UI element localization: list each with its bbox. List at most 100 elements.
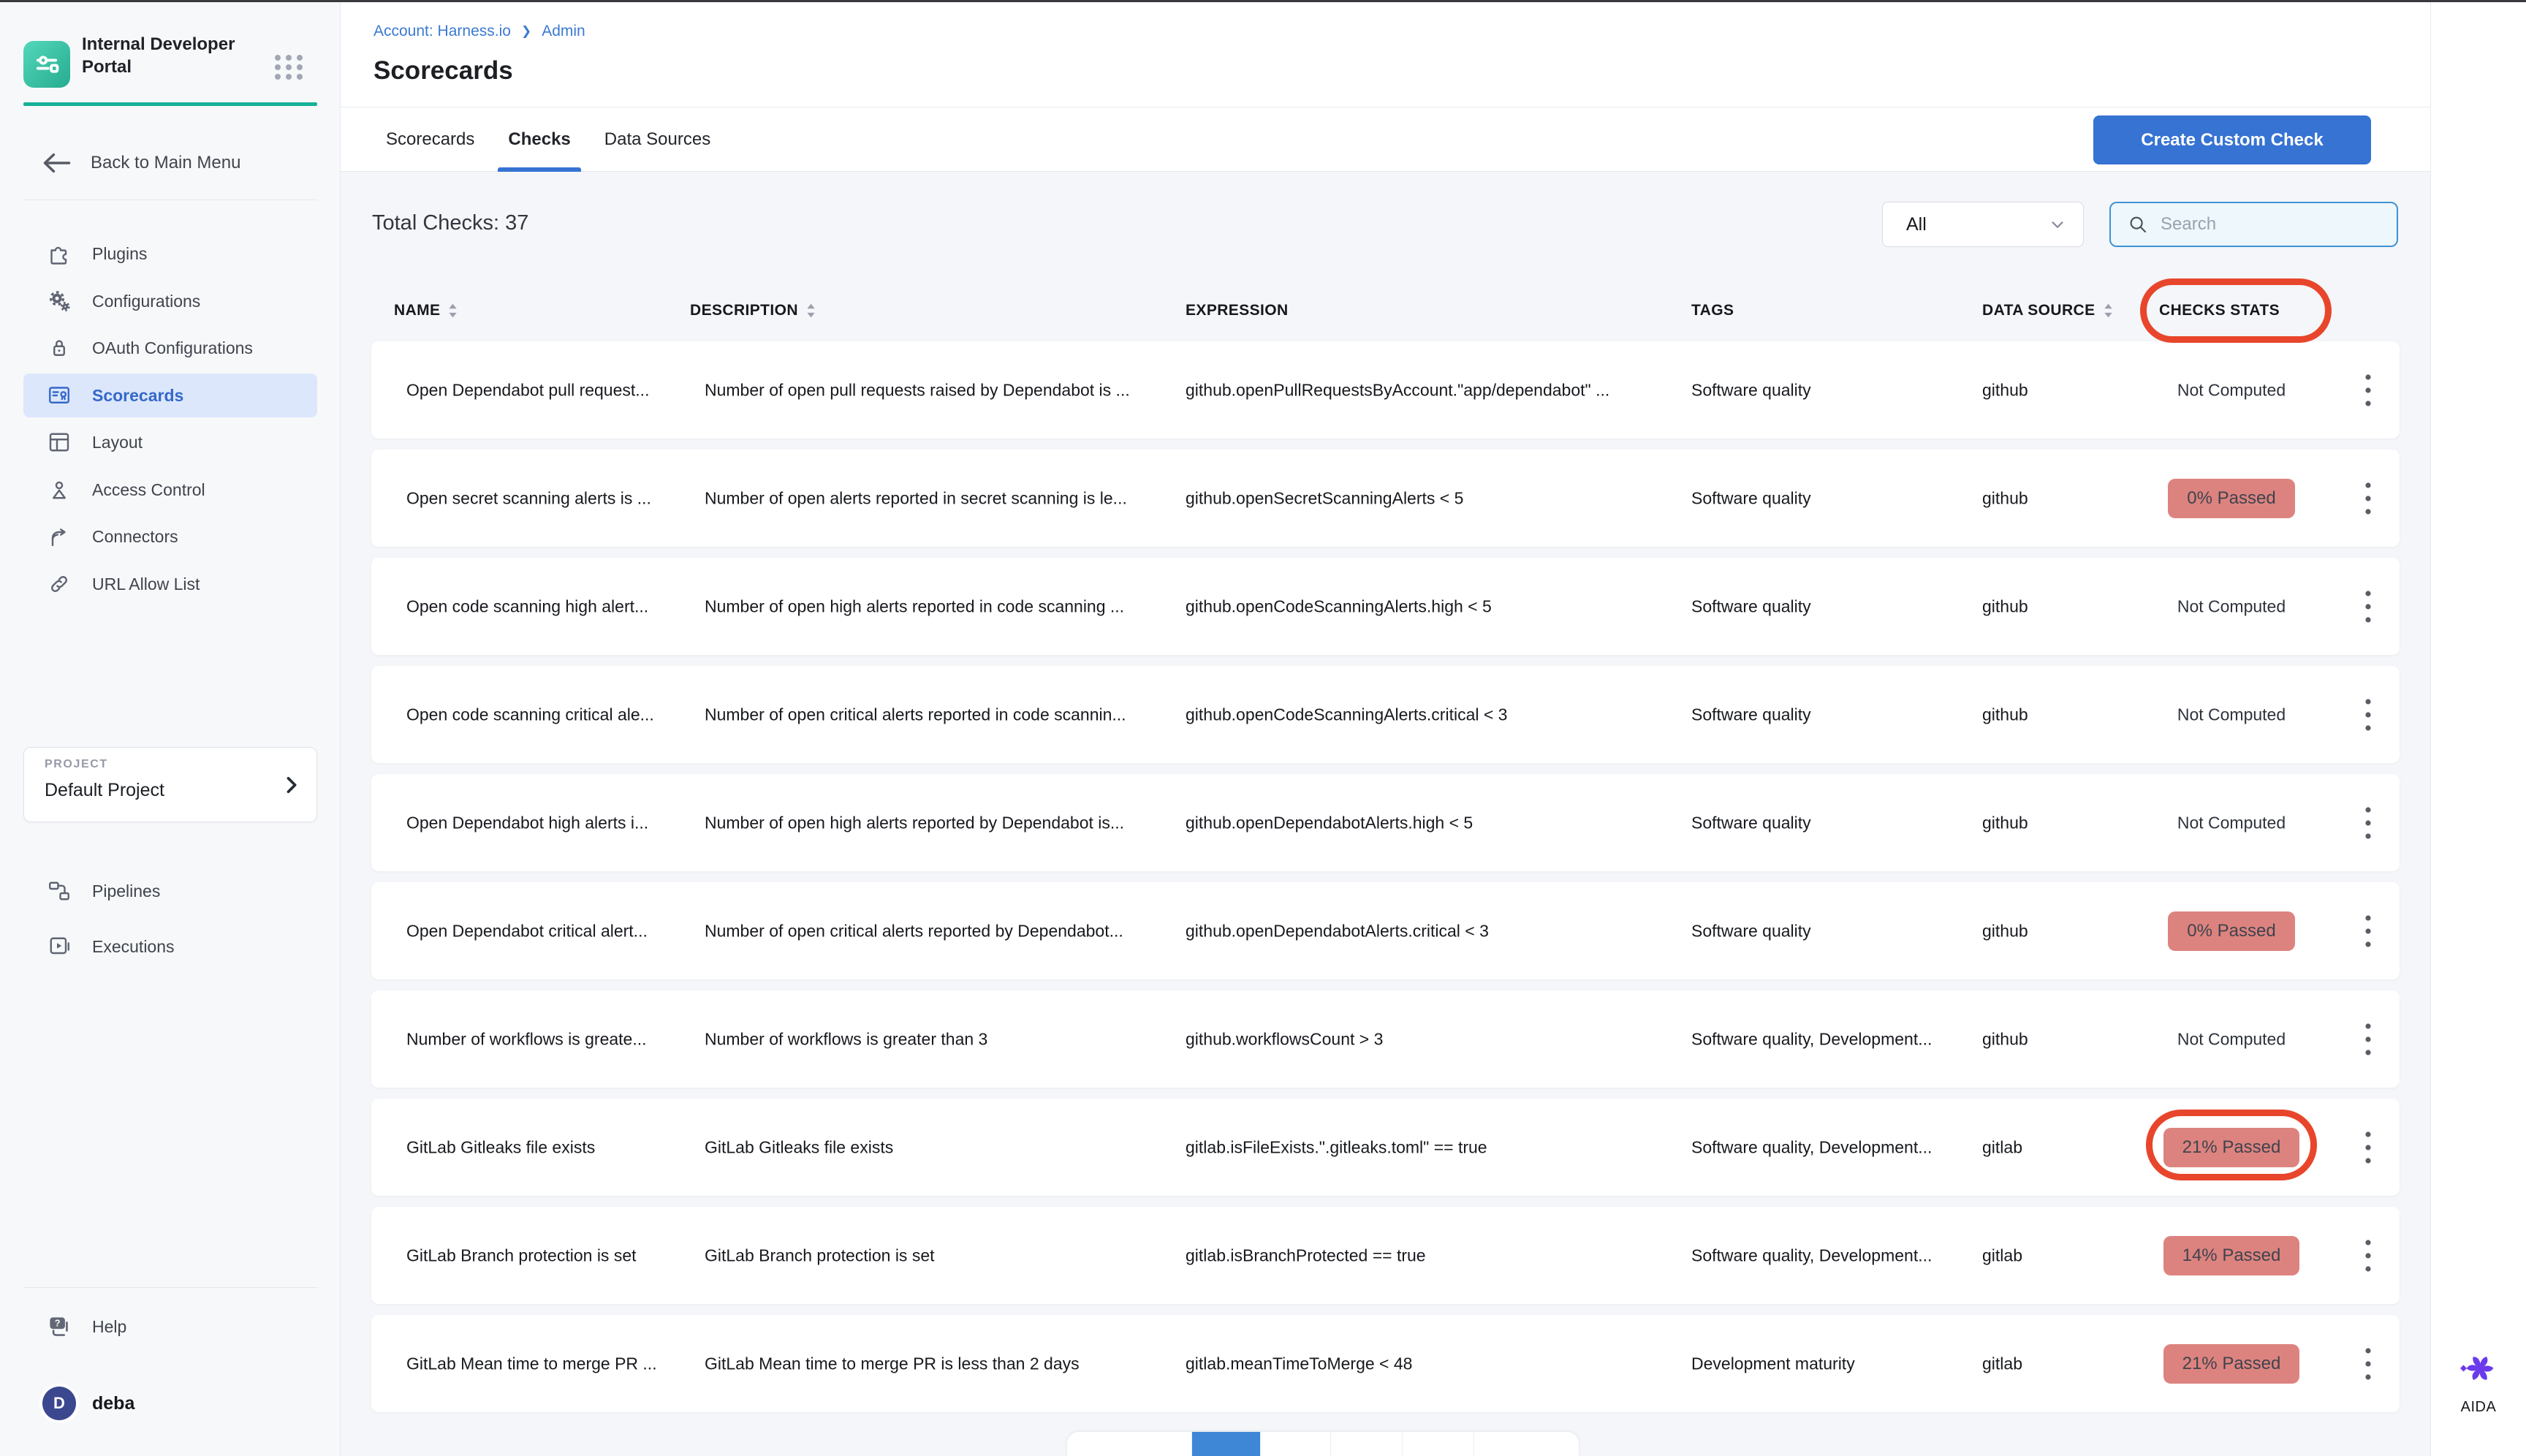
table-row[interactable]: Open Dependabot high alerts i... Number … [371, 774, 2400, 871]
check-expression: github.openDependabotAlerts.critical < 3 [1186, 921, 1685, 941]
row-menu-button[interactable] [2354, 694, 2383, 735]
table-row[interactable]: Number of workflows is greate... Number … [371, 990, 2400, 1088]
table-row[interactable]: Open Dependabot critical alert... Number… [371, 882, 2400, 979]
back-label: Back to Main Menu [91, 153, 240, 173]
table-row[interactable]: GitLab Gitleaks file exists GitLab Gitle… [371, 1099, 2400, 1196]
branch-arrows-icon [46, 523, 72, 550]
sort-icon[interactable] [2103, 301, 2114, 320]
tab-checks[interactable]: Checks [498, 107, 580, 172]
check-description: Number of open critical alerts reported … [705, 921, 1180, 941]
table-row[interactable]: GitLab Branch protection is set GitLab B… [371, 1207, 2400, 1304]
app-logo [23, 41, 70, 88]
check-data-source: github [1982, 380, 2121, 400]
table-row[interactable]: Open secret scanning alerts is ... Numbe… [371, 450, 2400, 547]
search-input[interactable] [2159, 213, 2371, 235]
row-menu-button[interactable] [2354, 478, 2383, 519]
table-row[interactable]: GitLab Mean time to merge PR ... GitLab … [371, 1315, 2400, 1412]
user-avatar: D [42, 1387, 76, 1420]
row-menu-button[interactable] [2354, 1343, 2383, 1384]
sidebar-item-layout[interactable]: Layout [23, 420, 317, 464]
screen: Internal Developer Portal Back to Main M… [0, 0, 2526, 1456]
tab-scorecards[interactable]: Scorecards [376, 107, 485, 172]
person-icon [46, 477, 72, 503]
help-chat-icon: ? [45, 1313, 73, 1341]
sidebar-item-pipelines[interactable]: Pipelines [23, 869, 317, 913]
check-stats: Not Computed [2125, 705, 2337, 724]
check-data-source: gitlab [1982, 1137, 2121, 1157]
check-data-source: gitlab [1982, 1354, 2121, 1373]
row-menu-button[interactable] [2354, 370, 2383, 411]
kebab-menu-icon [2364, 1237, 2372, 1275]
project-selector[interactable]: PROJECT Default Project [23, 747, 317, 822]
brand-divider [23, 102, 317, 106]
sidebar-item-configurations[interactable]: Configurations [23, 279, 317, 323]
column-header-checks-stats: CHECKS STATS [2159, 300, 2280, 322]
table-row[interactable]: Open code scanning critical ale... Numbe… [371, 666, 2400, 763]
user-menu[interactable]: D deba [23, 1379, 317, 1427]
row-menu-button[interactable] [2354, 1127, 2383, 1168]
sidebar-item-label: Pipelines [92, 881, 160, 901]
sidebar-item-plugins[interactable]: Plugins [23, 232, 317, 276]
back-arrow-icon [41, 151, 73, 175]
check-description: Number of open alerts reported in secret… [705, 488, 1180, 508]
check-tags: Software quality, Development... [1691, 1137, 1978, 1157]
column-header-name[interactable]: NAME [394, 300, 458, 322]
sidebar-item-label: Executions [92, 937, 175, 957]
sidebar-item-scorecards[interactable]: Scorecards [23, 374, 317, 417]
row-menu-button[interactable] [2354, 1235, 2383, 1276]
scorecard-icon [46, 382, 72, 409]
column-header-expression: EXPRESSION [1186, 300, 1289, 322]
breadcrumb-account-link[interactable]: Account: Harness.io [373, 23, 511, 40]
pagination-next-button[interactable] [1474, 1432, 1579, 1456]
sort-icon[interactable] [805, 301, 816, 320]
svg-text:?: ? [55, 1319, 61, 1329]
create-custom-check-button[interactable]: Create Custom Check [2093, 115, 2371, 164]
play-box-icon [46, 933, 72, 960]
app-grid-icon[interactable] [272, 50, 306, 84]
back-to-main-menu[interactable]: Back to Main Menu [23, 141, 317, 185]
data-source-filter-select[interactable]: All [1882, 202, 2084, 247]
tab-data-sources[interactable]: Data Sources [594, 107, 721, 172]
user-name: deba [92, 1393, 134, 1414]
sidebar-item-label: Connectors [92, 527, 178, 547]
check-data-source: github [1982, 921, 2121, 941]
check-expression: github.openPullRequestsByAccount."app/de… [1186, 380, 1685, 400]
sidebar-item-help[interactable]: ? Help [23, 1305, 317, 1349]
row-menu-button[interactable] [2354, 911, 2383, 952]
chain-link-icon [46, 571, 72, 597]
sidebar-item-oauth-configurations[interactable]: OAuth Configurations [23, 326, 317, 370]
pagination-prev-button[interactable] [1067, 1432, 1191, 1456]
pagination-page-active[interactable] [1191, 1432, 1260, 1456]
check-stats: 0% Passed [2125, 911, 2337, 951]
pipeline-icon [46, 878, 72, 904]
row-menu-button[interactable] [2354, 803, 2383, 843]
check-expression: github.openCodeScanningAlerts.high < 5 [1186, 596, 1685, 616]
sidebar-item-connectors[interactable]: Connectors [23, 515, 317, 558]
column-header-data-source[interactable]: DATA SOURCE [1982, 300, 2114, 322]
search-icon [2127, 213, 2149, 235]
sidebar-item-executions[interactable]: Executions [23, 925, 317, 968]
checks-table-body: Open Dependabot pull request... Number o… [371, 341, 2400, 1423]
sidebar-item-url-allow-list[interactable]: URL Allow List [23, 562, 317, 606]
table-row[interactable]: Open Dependabot pull request... Number o… [371, 341, 2400, 439]
check-description: GitLab Gitleaks file exists [705, 1137, 1180, 1157]
row-menu-button[interactable] [2354, 1019, 2383, 1060]
breadcrumb-admin-link[interactable]: Admin [542, 23, 585, 40]
check-expression: github.workflowsCount > 3 [1186, 1029, 1685, 1049]
check-tags: Software quality, Development... [1691, 1245, 1978, 1265]
column-header-description[interactable]: DESCRIPTION [690, 300, 816, 322]
pagination-page-button[interactable] [1260, 1432, 1330, 1456]
sidebar: Internal Developer Portal Back to Main M… [0, 2, 341, 1456]
sidebar-item-access-control[interactable]: Access Control [23, 468, 317, 512]
sort-icon[interactable] [447, 301, 458, 320]
table-row[interactable]: Open code scanning high alert... Number … [371, 558, 2400, 655]
pagination-page-button[interactable] [1330, 1432, 1402, 1456]
sidebar-item-label: Plugins [92, 244, 147, 264]
check-stats: Not Computed [2125, 596, 2337, 616]
aida-assistant-button[interactable]: AIDA [2431, 1347, 2526, 1416]
row-menu-button[interactable] [2354, 586, 2383, 627]
kebab-menu-icon [2364, 696, 2372, 734]
pagination-page-button[interactable] [1402, 1432, 1474, 1456]
check-expression: github.openDependabotAlerts.high < 5 [1186, 813, 1685, 833]
check-name: GitLab Gitleaks file exists [406, 1137, 700, 1157]
